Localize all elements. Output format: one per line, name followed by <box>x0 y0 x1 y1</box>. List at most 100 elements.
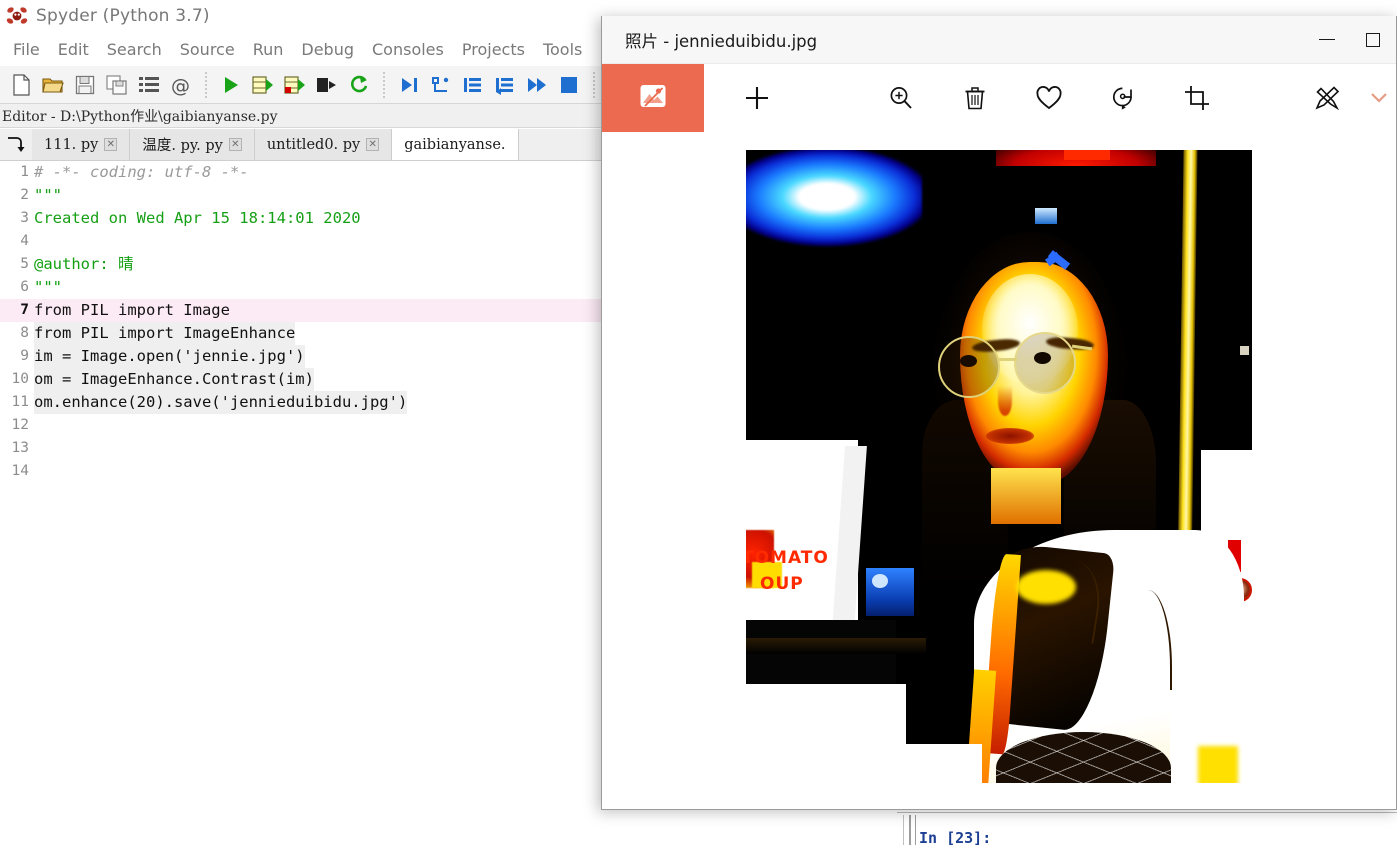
spyder-logo-icon <box>6 5 28 27</box>
menu-projects[interactable]: Projects <box>453 38 534 61</box>
menu-source[interactable]: Source <box>171 38 244 61</box>
step-into-icon[interactable] <box>458 70 488 100</box>
rerun-icon[interactable] <box>344 70 374 100</box>
code-text: Created on Wed Apr 15 18:14:01 2020 <box>34 209 361 227</box>
file-list-icon[interactable] <box>134 70 164 100</box>
run-cell-advance-icon[interactable] <box>280 70 310 100</box>
line-number: 9 <box>20 348 29 364</box>
menu-search[interactable]: Search <box>98 38 171 61</box>
code-text: @author: 晴 <box>34 255 134 273</box>
save-all-icon[interactable] <box>102 70 132 100</box>
run-cell-icon[interactable] <box>248 70 278 100</box>
menu-file[interactable]: File <box>4 38 49 61</box>
photos-app-window[interactable]: 照片 - jennieduibidu.jpg TOMATO OUP <box>601 16 1397 810</box>
close-icon[interactable]: ✕ <box>366 138 380 151</box>
line-number: 2 <box>20 187 29 203</box>
editor-tab-label: 111. py <box>44 136 99 153</box>
more-button[interactable] <box>1362 64 1396 132</box>
editor-tab-untitled0[interactable]: untitled0. py ✕ <box>254 129 393 160</box>
photo-region-can-label <box>872 574 888 588</box>
continue-icon[interactable] <box>522 70 552 100</box>
photo-region-nose <box>998 386 1012 416</box>
code-text: """ <box>34 186 62 204</box>
rotate-button[interactable] <box>1089 64 1157 132</box>
stop-debug-icon[interactable] <box>554 70 584 100</box>
photo-region-red-sign-2 <box>1064 150 1110 160</box>
photo-region-glasses-left <box>938 336 1000 398</box>
photo-region-blue-can <box>866 568 914 616</box>
photo-region-neck <box>991 468 1061 524</box>
editor-tab-wendu[interactable]: 温度. py. py ✕ <box>130 129 255 160</box>
save-file-icon[interactable] <box>70 70 100 100</box>
toolbar-gap <box>791 64 867 132</box>
line-number: 6 <box>20 279 29 295</box>
menu-debug[interactable]: Debug <box>292 38 363 61</box>
minimize-icon <box>1319 38 1335 41</box>
open-file-icon[interactable] <box>38 70 68 100</box>
photo-region-screen-1 <box>1035 208 1057 224</box>
line-number: 13 <box>11 440 29 456</box>
line-number: 3 <box>20 210 29 226</box>
toolbar-separator <box>205 71 207 98</box>
run-file-icon[interactable] <box>216 70 246 100</box>
favorite-button[interactable] <box>1015 64 1083 132</box>
photo-region-yellow-bottom-right <box>1198 746 1238 783</box>
console-input-prompt: In [23]: <box>919 829 992 845</box>
line-number: 12 <box>11 417 29 433</box>
menu-edit[interactable]: Edit <box>49 38 98 61</box>
photo-region-glasses-bridge <box>999 358 1017 361</box>
editor-path-text: Editor - D:\Python作业\gaibianyanse.py <box>2 108 278 125</box>
editor-tab-gaibianyanse[interactable]: gaibianyanse. <box>392 129 519 160</box>
line-number: 10 <box>11 371 29 387</box>
code-text: om = ImageEnhance.Contrast(im) <box>34 368 314 391</box>
photo-region-glasses-right <box>1014 332 1076 394</box>
code-text: om.enhance(20).save('jennieduibidu.jpg') <box>34 391 408 414</box>
close-icon[interactable]: ✕ <box>104 138 118 151</box>
add-button[interactable] <box>723 64 791 132</box>
photo-region-counter-edge <box>746 638 926 654</box>
menu-consoles[interactable]: Consoles <box>363 38 453 61</box>
ipython-console-panel[interactable]: In [23]: <box>897 812 1397 845</box>
line-number: 8 <box>20 325 29 341</box>
close-icon[interactable]: ✕ <box>228 138 242 151</box>
step-return-icon[interactable] <box>490 70 520 100</box>
spyder-window-title: Spyder (Python 3.7) <box>36 6 210 26</box>
line-number: 1 <box>20 164 29 180</box>
line-number: 7 <box>20 302 29 318</box>
svg-text:@: @ <box>171 75 190 96</box>
edit-create-button[interactable] <box>1294 64 1362 132</box>
maximize-icon <box>1366 32 1380 47</box>
editor-tab-label: untitled0. py <box>266 136 361 153</box>
zoom-button[interactable] <box>867 64 935 132</box>
debug-file-icon[interactable] <box>394 70 424 100</box>
photos-app-icon <box>638 81 668 115</box>
photo-poster-text-tomato: TOMATO <box>746 548 829 568</box>
console-divider <box>915 815 916 845</box>
menu-run[interactable]: Run <box>244 38 293 61</box>
maximize-button[interactable] <box>1350 16 1396 64</box>
photo-region-white-left <box>746 744 982 783</box>
window-controls[interactable] <box>1304 16 1396 64</box>
code-text: from PIL import Image <box>34 301 230 319</box>
line-number: 14 <box>11 463 29 479</box>
code-text: # -*- coding: utf-8 -*- <box>34 163 249 181</box>
code-text: from PIL import ImageEnhance <box>34 322 296 345</box>
photos-app-tile[interactable] <box>602 64 704 132</box>
new-file-icon[interactable] <box>6 70 36 100</box>
photos-titlebar[interactable]: 照片 - jennieduibidu.jpg <box>602 16 1396 64</box>
photo-viewer-stage[interactable]: TOMATO OUP <box>602 132 1396 809</box>
photo-image[interactable]: TOMATO OUP <box>746 150 1252 783</box>
toolbar-spacer <box>1231 64 1294 132</box>
photo-region-mouth <box>986 428 1034 444</box>
delete-button[interactable] <box>941 64 1009 132</box>
menu-tools[interactable]: Tools <box>534 38 591 61</box>
crop-button[interactable] <box>1163 64 1231 132</box>
photos-toolbar[interactable] <box>602 64 1396 132</box>
minimize-button[interactable] <box>1304 16 1350 64</box>
browse-tabs-icon[interactable] <box>0 129 32 160</box>
line-number: 4 <box>20 233 29 249</box>
at-symbol-icon[interactable]: @ <box>166 70 196 100</box>
run-selection-icon[interactable] <box>312 70 342 100</box>
step-over-icon[interactable] <box>426 70 456 100</box>
editor-tab-111[interactable]: 111. py ✕ <box>32 129 131 160</box>
